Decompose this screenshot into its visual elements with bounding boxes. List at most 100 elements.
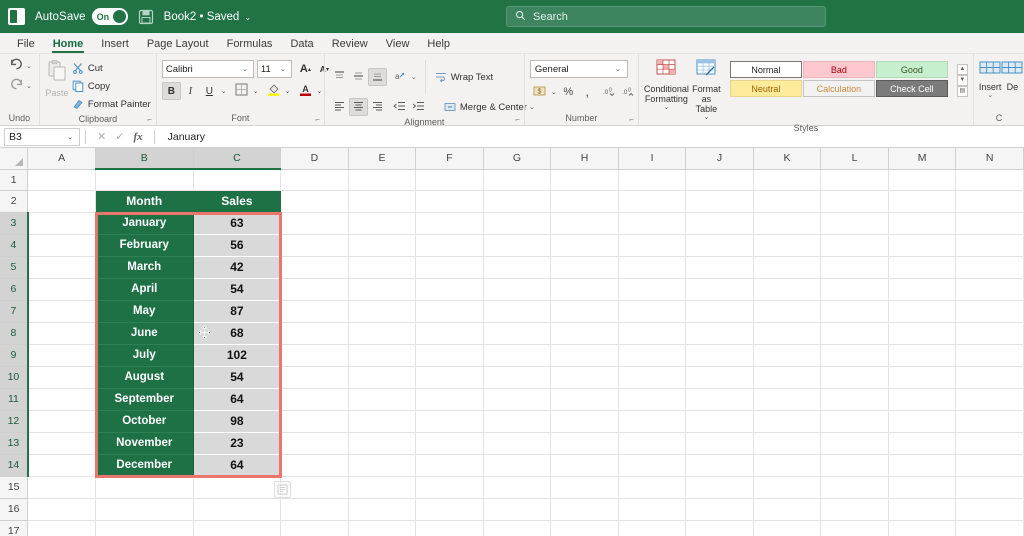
row-header-11[interactable]: 11 [0,388,29,411]
cell-e15[interactable] [348,476,417,499]
cell-j4[interactable] [685,234,754,257]
cell-f14[interactable] [415,454,484,477]
fill-color-button[interactable] [264,82,283,100]
cell-i16[interactable] [618,498,687,521]
cell-m1[interactable] [888,169,957,191]
cell-g5[interactable] [483,256,552,279]
font-name-input[interactable]: Calibri ⌄ [161,60,254,78]
cell-h17[interactable] [550,520,619,536]
cell-g9[interactable] [483,344,552,367]
cell-i3[interactable] [618,212,687,235]
cell-a14[interactable] [27,454,96,477]
italic-button[interactable]: I [181,82,200,100]
cell-e9[interactable] [348,344,417,367]
cell-b10-month[interactable]: August [95,366,194,389]
wrap-text-button[interactable]: Wrap Text [432,68,496,86]
cell-d9[interactable] [280,344,349,367]
row-header-7[interactable]: 7 [0,300,29,323]
format-as-table-button[interactable]: Format as Table ⌄ [689,57,724,122]
cell-b7-month[interactable]: May [95,300,194,323]
cell-n13[interactable] [955,432,1024,455]
cell-j13[interactable] [685,432,754,455]
cell-l10[interactable] [820,366,889,389]
cell-d1[interactable] [280,169,349,191]
column-header-b[interactable]: B [95,148,194,170]
styles-scroll-more-button[interactable]: ▤ [956,85,968,97]
cell-d8[interactable] [280,322,349,345]
conditional-formatting-caret-icon[interactable]: ⌄ [663,104,669,112]
cell-m6[interactable] [888,278,957,301]
cell-g14[interactable] [483,454,552,477]
column-header-e[interactable]: E [348,148,417,170]
comma-style-button[interactable]: , [578,83,597,101]
cell-n14[interactable] [955,454,1024,477]
fill-color-caret-icon[interactable]: ⌄ [285,87,291,95]
cell-f15[interactable] [415,476,484,499]
cell-g13[interactable] [483,432,552,455]
style-bad[interactable]: Bad [802,61,875,78]
cell-i6[interactable] [618,278,687,301]
cell-b5-month[interactable]: March [95,256,194,279]
cell-f9[interactable] [415,344,484,367]
increase-decimal-button[interactable]: .0 0 [600,83,619,101]
cell-f5[interactable] [415,256,484,279]
borders-button[interactable] [232,82,251,100]
cell-d6[interactable] [280,278,349,301]
cell-d11[interactable] [280,388,349,411]
cell-g1[interactable] [483,169,552,191]
cell-i4[interactable] [618,234,687,257]
row-header-1[interactable]: 1 [0,169,29,191]
align-bottom-button[interactable] [367,68,387,86]
cell-f12[interactable] [415,410,484,433]
cell-a8[interactable] [27,322,96,345]
cell-f10[interactable] [415,366,484,389]
cell-f17[interactable] [415,520,484,536]
confirm-check-icon[interactable]: ✓ [115,130,124,143]
cell-i15[interactable] [618,476,687,499]
autosave-toggle[interactable]: On [91,8,128,25]
cell-j6[interactable] [685,278,754,301]
cell-c11-sales[interactable]: 64 [193,388,282,411]
cell-a3[interactable] [27,212,96,235]
row-header-4[interactable]: 4 [0,234,29,257]
cell-h10[interactable] [550,366,619,389]
cell-b15[interactable] [95,476,194,499]
undo-button[interactable]: ⌄ [9,57,34,74]
cell-f6[interactable] [415,278,484,301]
font-color-button[interactable]: A [296,82,315,100]
cell-j5[interactable] [685,256,754,279]
cell-i9[interactable] [618,344,687,367]
cell-n4[interactable] [955,234,1024,257]
cell-d14[interactable] [280,454,349,477]
row-header-13[interactable]: 13 [0,432,29,455]
cell-l7[interactable] [820,300,889,323]
tab-review[interactable]: Review [323,36,377,53]
cell-k10[interactable] [753,366,822,389]
cell-e12[interactable] [348,410,417,433]
cell-d3[interactable] [280,212,349,235]
font-size-caret-icon[interactable]: ⌄ [280,65,286,73]
styles-scroll-down-button[interactable]: ▼ [956,74,968,86]
font-color-caret-icon[interactable]: ⌄ [317,87,323,95]
cell-l9[interactable] [820,344,889,367]
cell-k13[interactable] [753,432,822,455]
style-normal[interactable]: Normal [729,61,802,78]
undo-caret-icon[interactable]: ⌄ [26,62,32,70]
cell-n12[interactable] [955,410,1024,433]
cut-button[interactable]: Cut [69,59,154,77]
name-box-caret-icon[interactable]: ⌄ [67,133,73,141]
cell-m16[interactable] [888,498,957,521]
delete-cells-button[interactable]: De [1001,57,1023,92]
cell-g3[interactable] [483,212,552,235]
cell-b9-month[interactable]: July [95,344,194,367]
cell-l11[interactable] [820,388,889,411]
cell-c15[interactable] [193,476,282,499]
cell-b3-month[interactable]: January [95,212,194,235]
cell-j12[interactable] [685,410,754,433]
tab-home[interactable]: Home [44,36,93,53]
number-dialog-launcher[interactable]: ⌐ [629,115,634,124]
row-header-14[interactable]: 14 [0,454,29,477]
cell-b2-month-header[interactable]: Month [95,190,194,213]
row-header-8[interactable]: 8 [0,322,29,345]
tab-view[interactable]: View [377,36,419,53]
